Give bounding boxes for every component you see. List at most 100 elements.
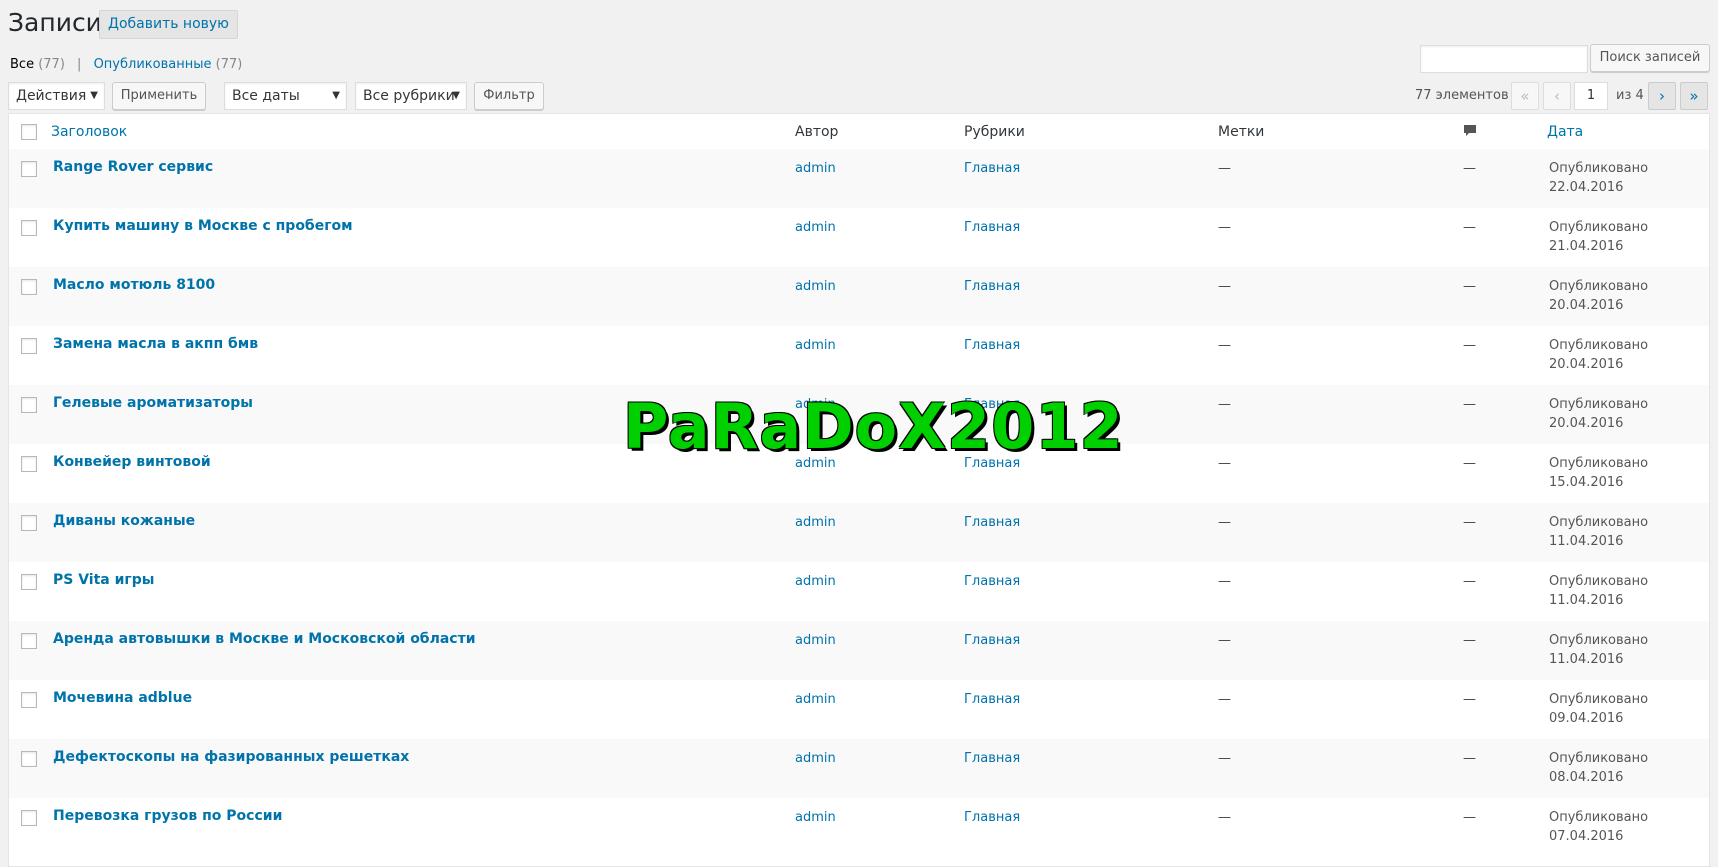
- post-author-link[interactable]: admin: [795, 338, 836, 353]
- row-checkbox[interactable]: [21, 161, 37, 177]
- post-date-value: 09.04.2016: [1549, 711, 1624, 726]
- post-tags: —: [1218, 633, 1231, 648]
- row-checkbox[interactable]: [21, 810, 37, 826]
- post-author-link[interactable]: admin: [795, 633, 836, 648]
- post-date: Опубликовано 15.04.2016: [1549, 454, 1648, 492]
- post-title-link[interactable]: Дефектоскопы на фазированных решетках: [53, 749, 409, 765]
- post-date-value: 20.04.2016: [1549, 416, 1624, 431]
- current-page-input[interactable]: 1: [1574, 82, 1608, 110]
- post-category-link[interactable]: Главная: [964, 338, 1020, 353]
- post-status: Опубликовано: [1549, 574, 1649, 589]
- post-status: Опубликовано: [1549, 220, 1649, 235]
- post-comments: —: [1463, 161, 1476, 176]
- first-page-button[interactable]: «: [1511, 82, 1539, 110]
- search-button[interactable]: Поиск записей: [1590, 44, 1710, 72]
- post-title-link[interactable]: Замена масла в акпп бмв: [53, 336, 258, 352]
- row-checkbox[interactable]: [21, 220, 37, 236]
- dropdown-arrow-icon: ▼: [332, 90, 340, 101]
- post-author-link[interactable]: admin: [795, 515, 836, 530]
- post-category-link[interactable]: Главная: [964, 220, 1020, 235]
- post-comments: —: [1463, 220, 1476, 235]
- items-count: 77 элементов: [1415, 88, 1509, 103]
- post-tags: —: [1218, 810, 1231, 825]
- apply-button[interactable]: Применить: [112, 82, 206, 110]
- post-comments: —: [1463, 692, 1476, 707]
- table-row: Мочевина adblue admin Главная — — Опубликован…: [9, 680, 1709, 739]
- post-author-link[interactable]: admin: [795, 161, 836, 176]
- select-all-checkbox[interactable]: [21, 124, 37, 140]
- next-page-button[interactable]: ›: [1648, 82, 1676, 110]
- table-row: Range Rover сервис admin Главная — — Опублико…: [9, 149, 1709, 208]
- post-tags: —: [1218, 397, 1231, 412]
- post-title-link[interactable]: Перевозка грузов по России: [53, 808, 282, 824]
- post-category-link[interactable]: Главная: [964, 633, 1020, 648]
- post-category-link[interactable]: Главная: [964, 574, 1020, 589]
- post-author-link[interactable]: admin: [795, 751, 836, 766]
- category-filter-select[interactable]: Все рубрики ▼: [355, 82, 467, 110]
- post-category-link[interactable]: Главная: [964, 161, 1020, 176]
- post-category-link[interactable]: Главная: [964, 810, 1020, 825]
- row-checkbox[interactable]: [21, 515, 37, 531]
- post-category-link[interactable]: Главная: [964, 751, 1020, 766]
- post-title-link[interactable]: Конвейер винтовой: [53, 454, 211, 470]
- post-date-value: 07.04.2016: [1549, 829, 1624, 844]
- post-title-link[interactable]: Масло мотюль 8100: [53, 277, 215, 293]
- table-row: Масло мотюль 8100 admin Главная — — Опубликов…: [9, 267, 1709, 326]
- post-date: Опубликовано 08.04.2016: [1549, 749, 1648, 787]
- search-input[interactable]: [1420, 45, 1588, 73]
- post-author-link[interactable]: admin: [795, 279, 836, 294]
- post-title-link[interactable]: Аренда автовышки в Москве и Московской о…: [53, 631, 476, 647]
- view-published-count: (77): [215, 57, 243, 72]
- post-title-link[interactable]: Гелевые ароматизаторы: [53, 395, 253, 411]
- total-pages: из 4: [1616, 88, 1644, 103]
- last-page-button[interactable]: »: [1680, 82, 1708, 110]
- prev-page-button[interactable]: ‹: [1543, 82, 1571, 110]
- post-author-link[interactable]: admin: [795, 574, 836, 589]
- column-date[interactable]: Дата: [1547, 124, 1583, 140]
- post-comments: —: [1463, 633, 1476, 648]
- row-checkbox[interactable]: [21, 633, 37, 649]
- row-checkbox[interactable]: [21, 456, 37, 472]
- column-author: Автор: [795, 124, 839, 140]
- post-title-link[interactable]: Диваны кожаные: [53, 513, 195, 529]
- post-date-value: 21.04.2016: [1549, 239, 1624, 254]
- post-author-link[interactable]: admin: [795, 220, 836, 235]
- dropdown-arrow-icon: ▼: [90, 90, 98, 101]
- post-title-link[interactable]: Мочевина adblue: [53, 690, 192, 706]
- post-comments: —: [1463, 279, 1476, 294]
- post-title-link[interactable]: Range Rover сервис: [53, 159, 213, 175]
- post-title-link[interactable]: Купить машину в Москве с пробегом: [53, 218, 353, 234]
- row-checkbox[interactable]: [21, 279, 37, 295]
- post-status: Опубликовано: [1549, 338, 1649, 353]
- post-author-link[interactable]: admin: [795, 692, 836, 707]
- post-date: Опубликовано 07.04.2016: [1549, 808, 1648, 846]
- post-date: Опубликовано 11.04.2016: [1549, 572, 1648, 610]
- row-checkbox[interactable]: [21, 338, 37, 354]
- post-date-value: 20.04.2016: [1549, 298, 1624, 313]
- post-date: Опубликовано 20.04.2016: [1549, 336, 1648, 374]
- row-checkbox[interactable]: [21, 574, 37, 590]
- post-comments: —: [1463, 810, 1476, 825]
- row-checkbox[interactable]: [21, 397, 37, 413]
- add-new-button[interactable]: Добавить новую: [99, 10, 238, 39]
- filter-button[interactable]: Фильтр: [474, 82, 544, 110]
- view-published-link[interactable]: Опубликованные: [94, 57, 212, 72]
- post-category-link[interactable]: Главная: [964, 692, 1020, 707]
- date-filter-select[interactable]: Все даты ▼: [224, 82, 347, 110]
- comment-icon[interactable]: [1463, 124, 1477, 138]
- post-tags: —: [1218, 692, 1231, 707]
- post-category-link[interactable]: Главная: [964, 279, 1020, 294]
- post-date: Опубликовано 11.04.2016: [1549, 513, 1648, 551]
- post-title-link[interactable]: PS Vita игры: [53, 572, 154, 588]
- view-all-link[interactable]: Все: [10, 57, 34, 72]
- post-category-link[interactable]: Главная: [964, 515, 1020, 530]
- bulk-action-select[interactable]: Действия ▼: [8, 82, 105, 110]
- post-author-link[interactable]: admin: [795, 810, 836, 825]
- view-all-count: (77): [38, 57, 65, 72]
- post-comments: —: [1463, 574, 1476, 589]
- column-title[interactable]: Заголовок: [51, 124, 127, 140]
- row-checkbox[interactable]: [21, 692, 37, 708]
- column-tags: Метки: [1218, 124, 1265, 140]
- row-checkbox[interactable]: [21, 751, 37, 767]
- post-status: Опубликовано: [1549, 515, 1649, 530]
